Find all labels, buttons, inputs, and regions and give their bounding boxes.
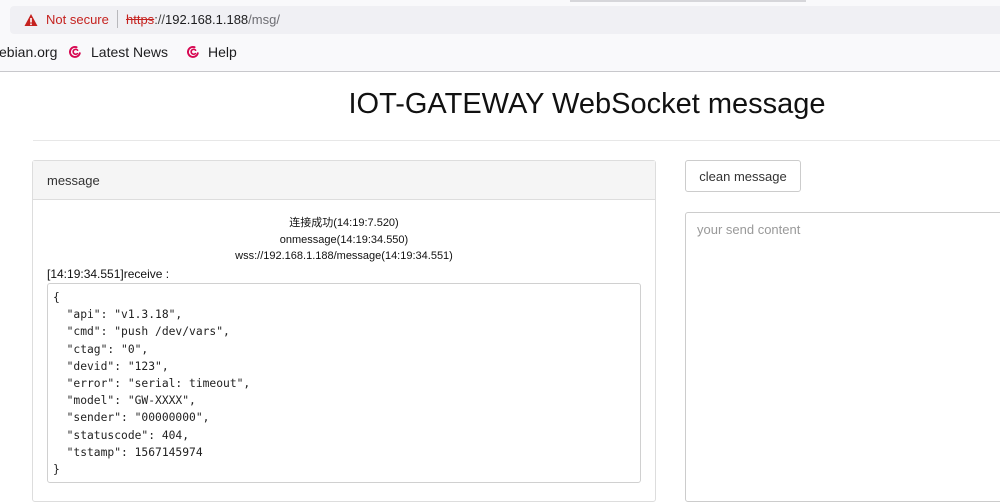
bookmark-latest-news[interactable]: Latest News [91,44,168,60]
address-bar[interactable]: Not secure https://192.168.1.188/msg/ [10,6,1000,34]
title-divider [33,140,1000,141]
bookmarks-toolbar: ebian.org Latest News Help [0,40,1000,66]
connection-log: 连接成功(14:19:7.520) onmessage(14:19:34.550… [33,215,655,265]
bookmark-help[interactable]: Help [208,44,237,60]
debian-swirl-icon [69,45,81,58]
url-path: /msg/ [248,12,280,27]
log-line-onmessage: onmessage(14:19:34.550) [279,233,409,246]
browser-chrome: Not secure https://192.168.1.188/msg/ eb… [0,0,1000,72]
log-line-endpoint: wss://192.168.1.188/message(14:19:34.551… [235,250,453,262]
page-title: IOT-GATEWAY WebSocket message [348,88,826,120]
url-scheme: https [126,12,155,27]
not-secure-label[interactable]: Not secure [46,12,109,27]
warning-triangle-icon [24,14,38,26]
clean-message-button[interactable]: clean message [685,160,801,192]
url-host: 192.168.1.188 [165,12,249,27]
debian-swirl-icon [187,45,199,58]
bookmark-debian-org[interactable]: ebian.org [0,44,57,60]
message-panel-heading: message [33,161,655,200]
send-content-textarea[interactable] [685,212,1000,502]
log-line-connected: 连接成功(14:19:7.520) [289,217,399,229]
url-divider [117,10,118,28]
url-text[interactable]: https://192.168.1.188/msg/ [126,12,280,27]
message-panel: message 连接成功(14:19:7.520) onmessage(14:1… [32,160,656,502]
receive-timestamp-label: [14:19:34.551]receive : [47,267,170,281]
received-json-box: { "api": "v1.3.18", "cmd": "push /dev/va… [47,283,641,483]
url-scheme-separator: :// [154,12,166,27]
received-json-text: { "api": "v1.3.18", "cmd": "push /dev/va… [53,291,251,477]
tab-edge [570,0,806,2]
